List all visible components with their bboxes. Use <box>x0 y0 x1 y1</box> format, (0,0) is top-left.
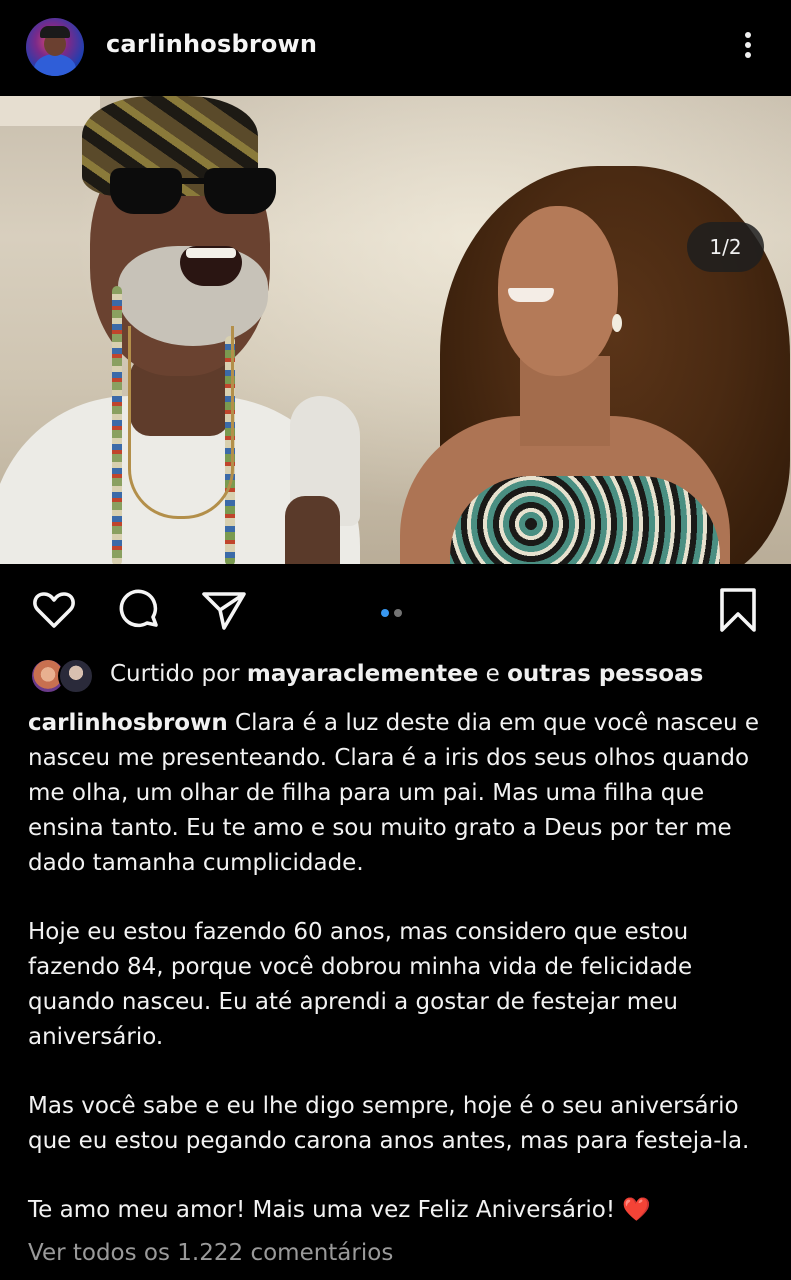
post-image[interactable]: 1/2 <box>0 96 791 564</box>
photo-man-teeth <box>186 248 236 258</box>
carousel-dot-active <box>381 609 389 617</box>
photo-ledge <box>0 96 100 126</box>
photo-woman-earring <box>612 314 622 332</box>
photo-woman-smile <box>508 288 554 302</box>
caption-username[interactable]: carlinhosbrown <box>28 710 228 736</box>
profile-avatar[interactable] <box>26 18 84 76</box>
carousel-indicator <box>381 602 407 617</box>
comment-icon[interactable] <box>116 586 164 634</box>
photo-bead-necklace <box>112 286 122 564</box>
caption-paragraph: Te amo meu amor! Mais uma vez Feliz Aniv… <box>28 1197 623 1223</box>
liker-username[interactable]: mayaraclementee <box>247 661 478 687</box>
post-header: carlinhosbrown <box>0 0 791 96</box>
photo-man-sunglasses <box>110 164 276 216</box>
heart-icon[interactable] <box>30 586 78 634</box>
liker-avatar <box>58 658 94 694</box>
view-all-comments-link[interactable]: Ver todos os 1.222 comentários <box>28 1240 393 1266</box>
caption-paragraph: Mas você sabe e eu lhe digo sempre, hoje… <box>28 1093 750 1154</box>
likes-summary[interactable]: Curtido por mayaraclementee e outras pes… <box>30 656 770 696</box>
avatar-body-shape <box>34 54 76 76</box>
send-icon[interactable] <box>200 586 248 634</box>
likes-text: Curtido por mayaraclementee e outras pes… <box>110 661 703 687</box>
more-vertical-icon[interactable] <box>736 28 760 68</box>
heart-emoji: ❤️ <box>622 1197 652 1223</box>
photo-woman-top <box>450 476 720 564</box>
avatar-hat-shape <box>40 26 70 38</box>
likes-connector: e <box>478 661 508 687</box>
post-caption: carlinhosbrown Clara é a luz deste dia e… <box>28 706 763 1228</box>
carousel-dot <box>394 609 402 617</box>
image-counter-badge: 1/2 <box>687 222 764 272</box>
instagram-post-screen: carlinhosbrown 1/2 Curtido por mayaracle… <box>0 0 791 1280</box>
post-username[interactable]: carlinhosbrown <box>106 30 317 58</box>
caption-paragraph: Hoje eu estou fazendo 60 anos, mas consi… <box>28 919 693 1050</box>
likes-others-link[interactable]: outras pessoas <box>507 661 703 687</box>
photo-gold-chain <box>128 326 234 519</box>
likes-prefix: Curtido por <box>110 661 247 687</box>
bookmark-icon[interactable] <box>714 586 762 634</box>
photo-man-arm <box>285 496 340 564</box>
